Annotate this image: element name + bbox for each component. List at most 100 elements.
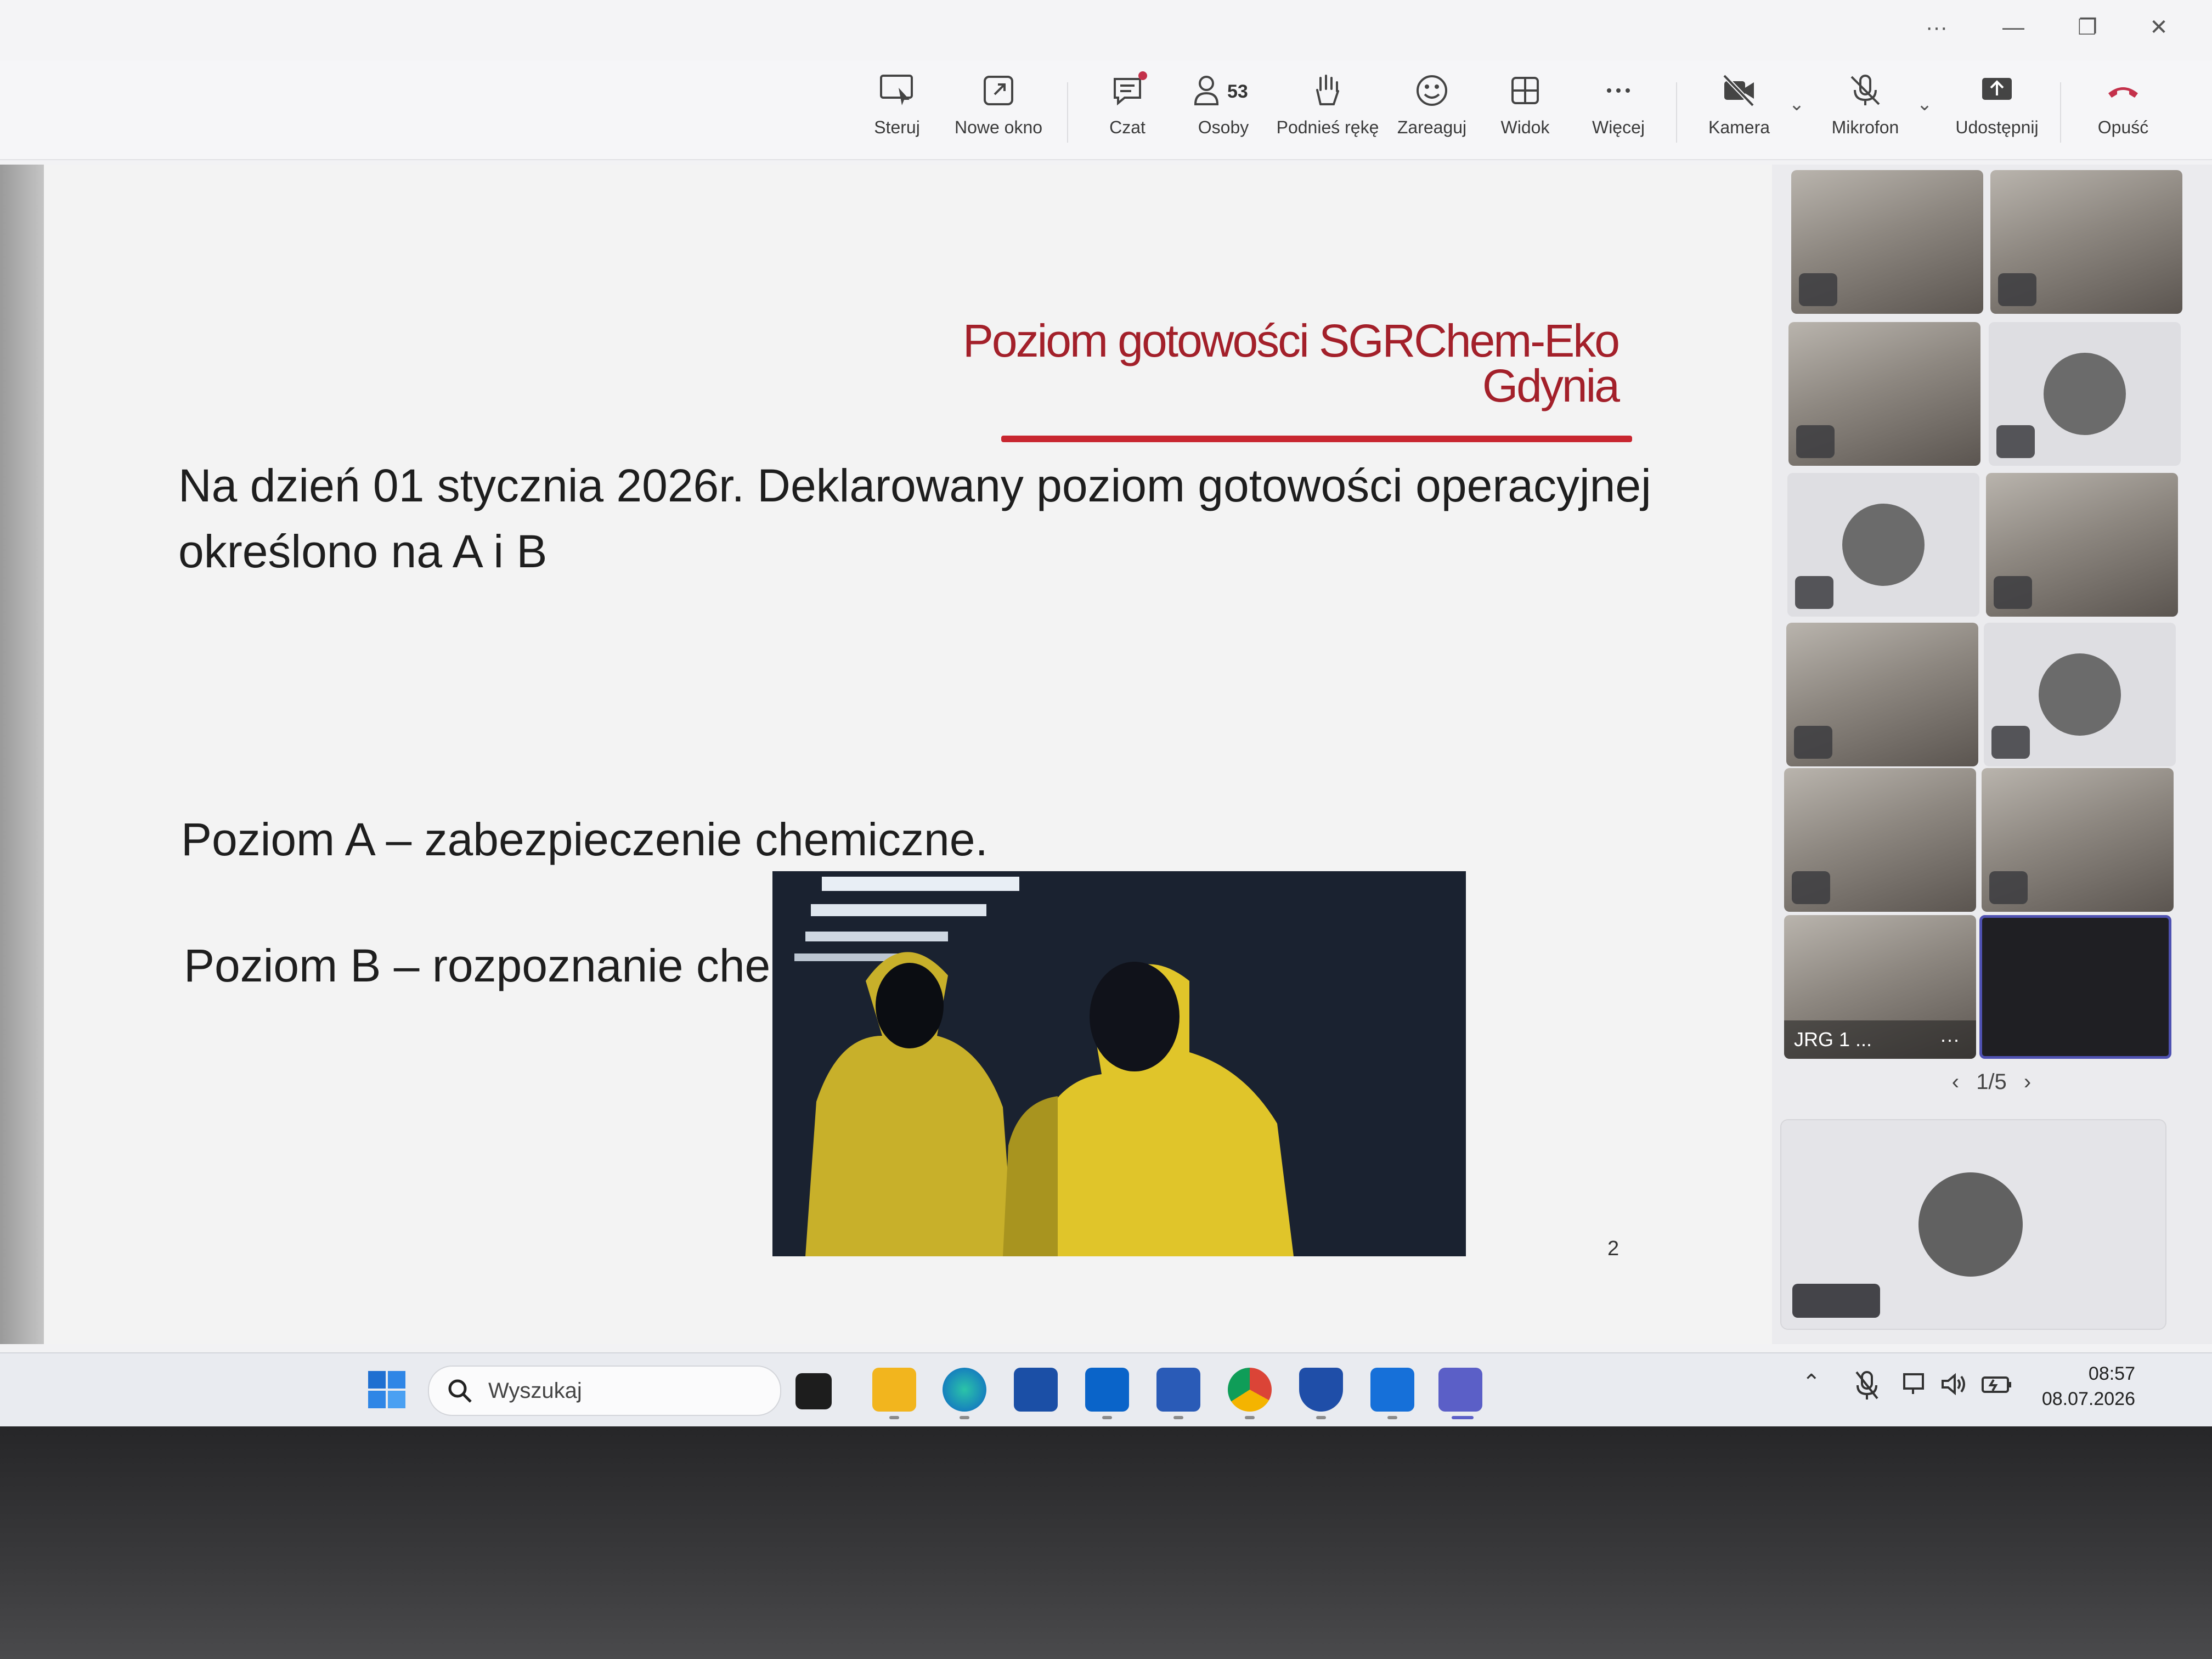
muted-icon: [1989, 871, 2028, 904]
raise-hand-label: Podnieś rękę: [1276, 117, 1379, 137]
new-window-button[interactable]: Nowe okno: [949, 71, 1048, 154]
avatar-icon: [1842, 504, 1925, 586]
edge-icon[interactable]: [943, 1368, 986, 1412]
participant-tile[interactable]: [1989, 322, 2181, 466]
network-icon[interactable]: [1901, 1370, 1929, 1404]
participant-tile[interactable]: [1786, 623, 1978, 766]
volume-icon[interactable]: [1939, 1370, 1968, 1404]
previous-page-icon[interactable]: ‹: [1952, 1070, 1959, 1094]
share-button[interactable]: Udostępnij: [1950, 71, 2044, 154]
participant-tile[interactable]: [1990, 170, 2182, 314]
toolbar-separator: [1676, 82, 1677, 143]
microphone-off-icon: [1850, 75, 1880, 105]
level-a-text: Poziom A – zabezpieczenie chemiczne.: [181, 814, 988, 865]
participant-tile[interactable]: JRG 1 ... ···: [1784, 915, 1976, 1059]
start-icon[interactable]: [365, 1368, 409, 1412]
muted-icon: [1794, 726, 1832, 759]
participant-tile[interactable]: [1787, 473, 1979, 617]
more-dots-icon: [1607, 88, 1630, 93]
show-hidden-icons-chevron[interactable]: ⌃: [1802, 1370, 1821, 1395]
running-indicator: [1173, 1416, 1183, 1419]
control-button[interactable]: Steruj: [864, 71, 930, 154]
camera-options-chevron[interactable]: ⌄: [1786, 93, 1808, 176]
microphone-options-chevron[interactable]: ⌄: [1914, 93, 1936, 176]
search-placeholder: Wyszukaj: [488, 1379, 582, 1403]
people-icon: [1194, 76, 1219, 105]
system-clock[interactable]: 08:57 08.07.2026: [2042, 1361, 2135, 1412]
react-button[interactable]: Zareaguj: [1393, 71, 1470, 154]
minimize-button[interactable]: —: [1980, 11, 2046, 44]
word-icon[interactable]: [1156, 1368, 1200, 1412]
battery-icon[interactable]: [1980, 1370, 2013, 1404]
toolbar-separator: [2060, 82, 2061, 143]
restore-button[interactable]: ❐: [2055, 11, 2120, 44]
raise-hand-button[interactable]: Podnieś rękę: [1273, 71, 1383, 154]
people-button[interactable]: 53 Osoby: [1188, 71, 1259, 154]
slide-paragraph: Na dzień 01 stycznia 2026r. Deklarowany …: [178, 453, 1651, 584]
more-options-button[interactable]: ···: [1904, 11, 1970, 44]
toolbar-separator: [1067, 82, 1068, 143]
smile-icon: [1417, 75, 1447, 106]
close-button[interactable]: ✕: [2126, 11, 2192, 44]
chat-unread-dot: [1138, 71, 1147, 80]
participant-more-icon[interactable]: ···: [1940, 1020, 1960, 1059]
file-explorer-icon[interactable]: [872, 1368, 916, 1412]
search-icon: [448, 1379, 472, 1403]
microphone-button[interactable]: Mikrofon: [1827, 71, 1904, 154]
participant-name-text: JRG 1 ...: [1794, 1028, 1872, 1051]
monitor-bezel: [0, 1426, 2212, 1659]
store-icon[interactable]: [1014, 1368, 1058, 1412]
hang-up-icon: [2108, 87, 2138, 98]
more-label: Więcej: [1592, 117, 1645, 137]
self-view-tile[interactable]: [1780, 1119, 2166, 1330]
mic-muted-tray-icon[interactable]: [1854, 1370, 1880, 1406]
screen: ··· — ❐ ✕ Steruj Nowe okno Czat 53 Osoby…: [0, 0, 2212, 1426]
chat-button[interactable]: Czat: [1094, 71, 1160, 154]
running-indicator: [1102, 1416, 1112, 1419]
camera-button[interactable]: Kamera: [1701, 71, 1778, 154]
page-indicator: 1/5: [1976, 1070, 2007, 1094]
running-indicator: [1387, 1416, 1397, 1419]
participant-tile[interactable]: [1986, 473, 2178, 617]
participant-tile[interactable]: [1788, 322, 1980, 466]
hazmat-photo: [772, 871, 1466, 1256]
muted-icon: [1795, 576, 1833, 609]
slide-title-line1: Poziom gotowości SGRChem-Eko: [962, 315, 1620, 366]
avatar-icon: [2039, 653, 2121, 736]
paragraph-line1: Na dzień 01 stycznia 2026r. Deklarowany …: [178, 460, 1651, 511]
search-box[interactable]: Wyszukaj: [428, 1365, 781, 1416]
outlook-icon[interactable]: [1085, 1368, 1129, 1412]
teams-icon[interactable]: [1438, 1368, 1482, 1412]
muted-icon: [1799, 273, 1837, 306]
muted-icon: [1996, 425, 2035, 458]
view-button[interactable]: Widok: [1492, 71, 1558, 154]
defender-icon[interactable]: [1299, 1368, 1343, 1412]
participant-tile[interactable]: [1784, 768, 1976, 912]
shared-presentation: Poziom gotowości SGRChem-Eko Gdynia Na d…: [0, 165, 1772, 1344]
chrome-icon[interactable]: [1228, 1368, 1272, 1412]
raise-hand-icon: [1316, 75, 1339, 105]
clock-date: 08.07.2026: [2041, 1389, 2135, 1409]
running-indicator: [1316, 1416, 1326, 1419]
next-page-icon[interactable]: ›: [2024, 1070, 2031, 1094]
self-mic-muted-icon: [1792, 1284, 1880, 1318]
participant-tile-active[interactable]: [1979, 915, 2171, 1059]
outlook-new-icon[interactable]: [1370, 1368, 1414, 1412]
paragraph-line2: określono na A i B: [178, 526, 548, 577]
microphone-label: Mikrofon: [1831, 117, 1899, 137]
screen-control-icon: [880, 75, 913, 105]
people-count: 53: [1227, 81, 1248, 102]
participant-tile[interactable]: [1791, 170, 1983, 314]
participant-tile[interactable]: [1982, 768, 2174, 912]
new-window-icon: [984, 76, 1013, 105]
new-window-label: Nowe okno: [954, 117, 1043, 137]
avatar-icon: [2044, 353, 2126, 435]
muted-icon: [1796, 425, 1835, 458]
task-view-icon[interactable]: [795, 1373, 832, 1409]
taskbar: Wyszukaj ⌃ 08:57 08.07.2026: [0, 1352, 2212, 1426]
more-button[interactable]: Więcej: [1585, 71, 1651, 154]
participant-tile[interactable]: [1984, 623, 2176, 766]
leave-button[interactable]: Opuść: [2087, 71, 2159, 154]
camera-label: Kamera: [1708, 117, 1770, 137]
people-label: Osoby: [1198, 117, 1249, 137]
